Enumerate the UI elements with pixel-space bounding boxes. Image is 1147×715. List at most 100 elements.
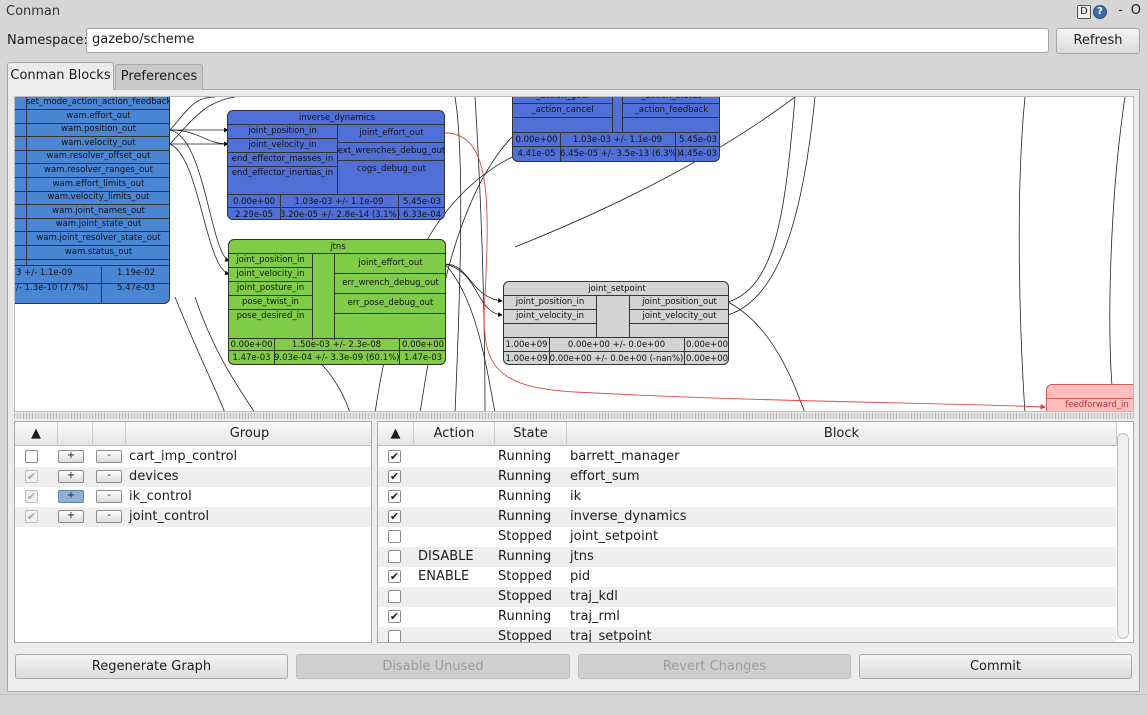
- output-port[interactable]: _action_goal: [513, 97, 612, 101]
- input-port[interactable]: pose_desired_in: [229, 311, 312, 321]
- group-minus-button[interactable]: -: [96, 450, 122, 463]
- output-port[interactable]: joint_effort_out: [334, 258, 445, 268]
- group-sort-header[interactable]: ▲: [15, 422, 58, 446]
- block-checkbox[interactable]: ✔: [388, 510, 401, 523]
- refresh-button[interactable]: Refresh: [1056, 28, 1140, 54]
- input-port[interactable]: joint_position_in: [229, 255, 312, 265]
- close-button[interactable]: O: [1131, 3, 1141, 18]
- input-port[interactable]: _action_feedback: [622, 105, 719, 115]
- input-port[interactable]: pose_twist_in: [229, 297, 312, 307]
- input-port[interactable]: joint_velocity_in: [504, 311, 596, 321]
- help-icon[interactable]: ?: [1093, 5, 1107, 19]
- block-checkbox[interactable]: ✔: [388, 490, 401, 503]
- namespace-input[interactable]: gazebo/scheme: [86, 28, 1049, 53]
- output-port[interactable]: err_pose_debug_out: [334, 298, 445, 308]
- disable-unused-button[interactable]: Disable Unused: [296, 654, 570, 679]
- group-plus-button[interactable]: +: [58, 490, 84, 503]
- input-port[interactable]: end_effector_inertias_in: [228, 168, 337, 178]
- output-port[interactable]: joint_effort_out: [337, 128, 444, 138]
- output-port[interactable]: wam.velocity_limits_out: [26, 192, 169, 202]
- group-plus-button[interactable]: +: [58, 470, 84, 483]
- output-port[interactable]: _action_cancel: [513, 105, 612, 115]
- group-plus-button[interactable]: +: [58, 450, 84, 463]
- output-port[interactable]: joint_velocity_out: [629, 311, 728, 321]
- inverse-dynamics-node[interactable]: inverse_dynamics joint_position_in joint_v…: [227, 110, 445, 220]
- block-row[interactable]: ✔ ENABLE Stopped pid: [378, 567, 1116, 587]
- input-port[interactable]: feedforward_in: [1047, 400, 1133, 410]
- output-port[interactable]: wam.effort_limits_out: [26, 179, 169, 189]
- block-checkbox[interactable]: [388, 590, 401, 603]
- tab-preferences[interactable]: Preferences: [115, 64, 203, 90]
- output-port[interactable]: wam.status_out: [26, 247, 169, 257]
- tab-conman-blocks[interactable]: Conman Blocks: [7, 62, 114, 90]
- block-checkbox[interactable]: ✔: [388, 570, 401, 583]
- output-port[interactable]: wam.joint_resolver_state_out: [26, 233, 169, 243]
- commit-button[interactable]: Commit: [859, 654, 1132, 679]
- input-port[interactable]: joint_position_in: [504, 297, 596, 307]
- minimize-button[interactable]: -: [1118, 3, 1123, 18]
- regenerate-graph-button[interactable]: Regenerate Graph: [15, 654, 288, 679]
- block-checkbox[interactable]: ✔: [388, 610, 401, 623]
- block-row[interactable]: ✔ Running effort_sum: [378, 467, 1116, 487]
- group-row[interactable]: ✔ + - joint_control: [15, 507, 371, 527]
- jtns-node[interactable]: jtns joint_position_in joint_velocity_in jo…: [228, 239, 446, 365]
- output-port[interactable]: err_wrench_debug_out: [334, 278, 445, 288]
- block-row[interactable]: Stopped traj_setpoint: [378, 627, 1116, 643]
- d-icon[interactable]: D: [1077, 5, 1091, 19]
- output-port[interactable]: wam.effort_out: [26, 111, 169, 121]
- block-checkbox[interactable]: [388, 530, 401, 543]
- input-port[interactable]: _action_status: [622, 97, 719, 101]
- action-node[interactable]: _action_goal _action_cancel _action_status…: [512, 97, 720, 162]
- input-port[interactable]: joint_velocity_in: [228, 140, 337, 150]
- block-state: Stopped: [498, 629, 553, 643]
- block-row[interactable]: Stopped joint_setpoint: [378, 527, 1116, 547]
- action-header[interactable]: Action: [414, 422, 495, 446]
- group-minus-button[interactable]: -: [96, 510, 122, 523]
- input-port[interactable]: end_effector_masses_in: [228, 154, 337, 164]
- block-checkbox[interactable]: ✔: [388, 470, 401, 483]
- block-header[interactable]: Block: [567, 422, 1117, 446]
- input-port[interactable]: joint_velocity_in: [229, 269, 312, 279]
- output-port[interactable]: wam.joint_state_out: [26, 219, 169, 229]
- revert-changes-button[interactable]: Revert Changes: [578, 654, 851, 679]
- group-checkbox[interactable]: ✔: [25, 490, 38, 503]
- block-checkbox[interactable]: ✔: [388, 450, 401, 463]
- group-row[interactable]: + - cart_imp_control: [15, 447, 371, 467]
- block-row[interactable]: Stopped traj_kdl: [378, 587, 1116, 607]
- group-name-header[interactable]: Group: [126, 422, 371, 446]
- group-minus-button[interactable]: -: [96, 490, 122, 503]
- output-port[interactable]: wam.velocity_out: [26, 138, 169, 148]
- joint-setpoint-node[interactable]: joint_setpoint joint_position_in joint_vel…: [503, 281, 729, 365]
- output-port[interactable]: wam.joint_names_out: [26, 206, 169, 216]
- block-row[interactable]: DISABLE Running jtns: [378, 547, 1116, 567]
- output-port[interactable]: cogs_debug_out: [337, 164, 444, 174]
- block-row[interactable]: ✔ Running inverse_dynamics: [378, 507, 1116, 527]
- block-row[interactable]: ✔ Running barrett_manager: [378, 447, 1116, 467]
- pid-node[interactable]: e feedforward_in: [1046, 384, 1133, 411]
- block-table-scrollbar[interactable]: [1117, 433, 1129, 639]
- group-row[interactable]: ✔ + - devices: [15, 467, 371, 487]
- barrett-manager-node[interactable]: set_mode_action_action_feedback wam.effor…: [15, 97, 170, 304]
- block-row[interactable]: ✔ Running ik: [378, 487, 1116, 507]
- state-header[interactable]: State: [495, 422, 567, 446]
- block-sort-header[interactable]: ▲: [378, 422, 414, 446]
- group-row[interactable]: ✔ + - ik_control: [15, 487, 371, 507]
- group-minus-button[interactable]: -: [96, 470, 122, 483]
- output-port[interactable]: ext_wrenches_debug_out: [337, 146, 444, 156]
- output-port[interactable]: wam.resolver_ranges_out: [26, 165, 169, 175]
- output-port[interactable]: wam.resolver_offset_out: [26, 151, 169, 161]
- splitter[interactable]: [14, 413, 1134, 419]
- group-checkbox[interactable]: [25, 450, 38, 463]
- output-port[interactable]: joint_position_out: [629, 297, 728, 307]
- group-checkbox[interactable]: ✔: [25, 470, 38, 483]
- block-checkbox[interactable]: [388, 630, 401, 642]
- input-port[interactable]: joint_position_in: [228, 126, 337, 136]
- input-port[interactable]: joint_posture_in: [229, 283, 312, 293]
- group-plus-button[interactable]: +: [58, 510, 84, 523]
- block-row[interactable]: ✔ Running traj_rml: [378, 607, 1116, 627]
- output-port[interactable]: set_mode_action_action_feedback: [26, 97, 169, 107]
- block-graph[interactable]: set_mode_action_action_feedback wam.effor…: [14, 96, 1134, 412]
- group-checkbox[interactable]: ✔: [25, 510, 38, 523]
- output-port[interactable]: wam.position_out: [26, 124, 169, 134]
- block-checkbox[interactable]: [388, 550, 401, 563]
